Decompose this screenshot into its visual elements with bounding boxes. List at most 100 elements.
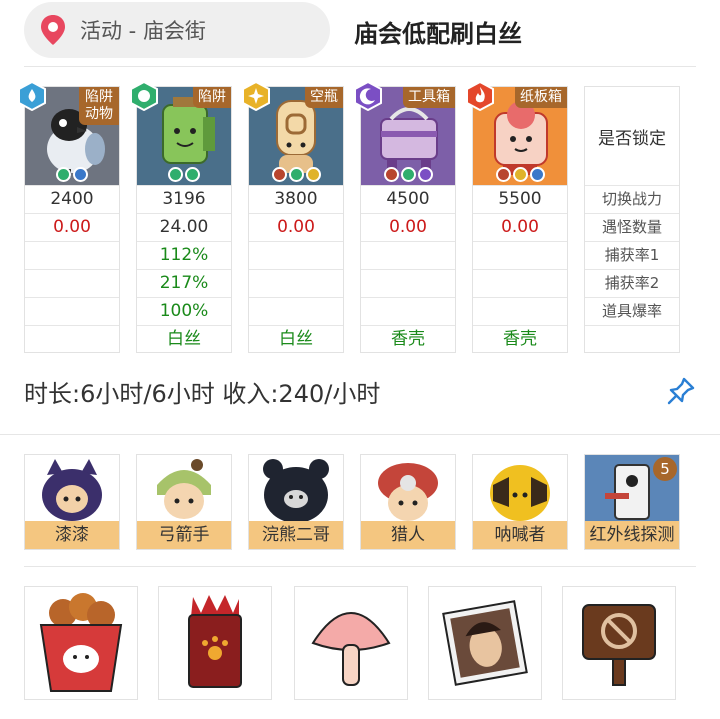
page-title: 庙会低配刷白丝 [354,20,522,48]
duration-income-summary: 时长:6小时/6小时 收入:240/小时 [24,380,381,408]
power-cell: 2400 [25,185,119,213]
monster-count-cell: 0.00 [473,213,567,241]
capture2-cell [249,269,343,297]
drop-rate-cell [249,297,343,325]
monster-count-cell: 0.00 [361,213,455,241]
capture1-cell [473,241,567,269]
divider [24,566,696,567]
red-paw-box-icon [188,595,242,688]
blue-element-icon [529,167,545,182]
trap-type-badge: 陷阱 动物 [79,87,119,125]
hunter-card[interactable]: 呐喊者 [472,454,568,550]
lock-toggle[interactable]: 是否锁定 [585,87,679,185]
green-element-icon [288,167,304,182]
monster-count-cell: 24.00 [137,213,231,241]
capture2-cell: 217% [137,269,231,297]
trap-column-3[interactable]: 空瓶 3800 0.00 白丝 [242,81,344,353]
row-label-capture1: 捕获率1 [585,241,679,269]
row-label-monster-count: 遇怪数量 [585,213,679,241]
row-label-power[interactable]: 切换战力 [585,185,679,213]
power-cell: 3800 [249,185,343,213]
drop-cell: 白丝 [137,325,231,353]
red-element-icon [495,167,511,182]
hunter-hunter-icon [361,455,455,525]
hunter-card[interactable]: 猎人 [360,454,456,550]
trap-column-1[interactable]: 陷阱 动物 2400 0.00 [18,81,120,353]
item-card[interactable] [562,586,676,700]
drop-cell: 香壳 [361,325,455,353]
count-badge: 5 [653,457,677,481]
red-element-icon [383,167,399,182]
capture1-cell [361,241,455,269]
fried-chicken-bucket-icon [39,593,123,692]
drop-cell: 白丝 [249,325,343,353]
blue-element-icon [73,167,88,182]
capture1-cell: 112% [137,241,231,269]
hunter-name: 浣熊二哥 [249,521,343,549]
leaf-element-icon [130,81,158,111]
trap-column-5[interactable]: 纸板箱 5500 0.00 香壳 [466,81,568,353]
drop-rate-cell: 100% [137,297,231,325]
green-element-icon [185,167,200,182]
light-element-icon [242,81,270,111]
hunter-name: 呐喊者 [473,521,567,549]
location-label: 活动 - 庙会街 [80,19,206,43]
drop-rate-cell [473,297,567,325]
hunter-card[interactable]: 5 红外线探测 [584,454,680,550]
hunter-card[interactable]: 弓箭手 [136,454,232,550]
trap-column-2[interactable]: 陷阱 3196 24.00 112% 217% 100% 白丝 [130,81,232,353]
power-cell: 3196 [137,185,231,213]
item-card[interactable] [294,586,408,700]
row-label-blank [585,325,679,353]
fire-element-icon [466,81,494,111]
divider [24,66,696,67]
hunter-name: 红外线探测 [585,521,679,549]
location-pin-icon [41,15,65,45]
row-labels-column: 是否锁定 切换战力 遇怪数量 捕获率1 捕获率2 道具爆率 [584,86,680,353]
archer-hunter-icon [137,455,231,525]
monster-count-cell: 0.00 [249,213,343,241]
capture1-cell [25,241,119,269]
item-card[interactable] [428,586,542,700]
raccoon-hunter-icon [249,455,343,525]
no-sign-board-icon [582,604,656,686]
power-cell: 5500 [473,185,567,213]
drop-rate-cell [25,297,119,325]
pin-icon[interactable] [666,376,696,406]
hunter-name: 漆漆 [25,521,119,549]
hunter-card[interactable]: 漆漆 [24,454,120,550]
divider [0,434,720,435]
element-mini-icons [137,167,231,182]
item-card[interactable] [24,586,138,700]
item-card[interactable] [158,586,272,700]
drop-cell: 香壳 [473,325,567,353]
power-cell: 4500 [361,185,455,213]
purple-cat-hunter-icon [25,455,119,525]
hunter-name: 猎人 [361,521,455,549]
yellow-element-icon [305,167,321,182]
trap-type-badge: 空瓶 [305,87,343,108]
dark-element-icon [354,81,382,111]
trap-type-badge: 纸板箱 [515,87,567,108]
purple-element-icon [417,167,433,182]
capture2-cell [473,269,567,297]
drop-cell [25,325,119,353]
green-element-icon [168,167,183,182]
row-label-drop-rate: 道具爆率 [585,297,679,325]
trap-type-badge: 工具箱 [403,87,455,108]
drop-rate-cell [361,297,455,325]
pink-mushroom-icon [311,612,391,686]
monster-count-cell: 0.00 [25,213,119,241]
element-mini-icons [473,167,567,182]
location-selector[interactable]: 活动 - 庙会街 [24,2,330,58]
row-label-capture2: 捕获率2 [585,269,679,297]
element-mini-icons [361,167,455,182]
trap-column-4[interactable]: 工具箱 4500 0.00 香壳 [354,81,456,353]
element-mini-icons [25,167,119,182]
element-mini-icons [249,167,343,182]
hunter-card[interactable]: 浣熊二哥 [248,454,344,550]
capture1-cell [249,241,343,269]
green-element-icon [400,167,416,182]
capture2-cell [25,269,119,297]
capture2-cell [361,269,455,297]
